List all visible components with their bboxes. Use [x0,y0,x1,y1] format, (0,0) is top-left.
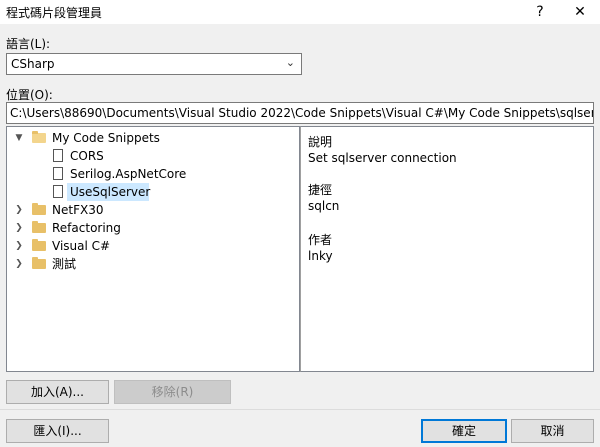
chevron-right-icon[interactable]: ❯ [14,255,24,273]
tree-item-label: Visual C# [52,239,111,253]
folder-open-icon [32,131,46,143]
tree-item-label: UseSqlServer [70,185,151,199]
divider [0,409,600,410]
tree-item-label: Serilog.AspNetCore [70,167,187,181]
tree-item-label: My Code Snippets [52,131,160,145]
folder-icon [32,239,46,251]
ok-button[interactable]: 確定 [421,419,507,443]
location-label: 位置(O): [6,88,53,102]
tree-item-usesqlserver[interactable]: UseSqlServer [7,183,297,201]
language-label: 語言(L): [6,37,51,51]
language-value: CSharp [11,57,55,71]
tree-item-serilog[interactable]: Serilog.AspNetCore [7,165,297,183]
author-value: lnky [308,249,333,263]
folder-icon [32,257,46,269]
import-button[interactable]: 匯入(I)... [6,419,109,443]
language-select[interactable]: CSharp ⌄ [6,53,302,75]
tree-folder-test[interactable]: ❯ 測試 [7,255,297,273]
help-button[interactable]: ? [520,0,560,24]
chevron-right-icon[interactable]: ❯ [14,219,24,237]
snippet-file-icon [53,185,63,198]
location-field[interactable]: C:\Users\88690\Documents\Visual Studio 2… [6,102,594,124]
folder-icon [32,203,46,215]
add-button[interactable]: 加入(A)... [6,380,109,404]
close-button[interactable]: ✕ [560,0,600,24]
description-value: Set sqlserver connection [308,151,457,165]
snippet-tree[interactable]: ▼ My Code Snippets CORS Serilog.AspNetCo… [6,126,300,372]
tree-item-cors[interactable]: CORS [7,147,297,165]
tree-item-label: Refactoring [52,221,121,235]
tree-folder-refactoring[interactable]: ❯ Refactoring [7,219,297,237]
tree-item-label: CORS [70,149,104,163]
snippet-file-icon [53,167,63,180]
chevron-right-icon[interactable]: ❯ [14,201,24,219]
title-bar: 程式碼片段管理員 ? ✕ [0,0,600,24]
folder-icon [32,221,46,233]
cancel-button[interactable]: 取消 [511,419,594,443]
location-value: C:\Users\88690\Documents\Visual Studio 2… [10,106,594,120]
tree-item-label: NetFX30 [52,203,104,217]
tree-folder-my-code-snippets[interactable]: ▼ My Code Snippets [7,129,297,147]
tree-item-label: 測試 [52,257,77,271]
author-label: 作者 [308,233,333,247]
chevron-right-icon[interactable]: ❯ [14,237,24,255]
tree-folder-visual-csharp[interactable]: ❯ Visual C# [7,237,297,255]
shortcut-label: 捷徑 [308,183,333,197]
shortcut-value: sqlcn [308,199,340,213]
description-label: 說明 [308,135,333,149]
snippet-details-panel: 說明 Set sqlserver connection 捷徑 sqlcn 作者 … [300,126,594,372]
snippet-file-icon [53,149,63,162]
window-title: 程式碼片段管理員 [6,6,103,20]
remove-button[interactable]: 移除(R) [114,380,231,404]
chevron-down-icon[interactable]: ▼ [14,129,24,147]
chevron-down-icon: ⌄ [285,56,295,69]
tree-folder-netfx30[interactable]: ❯ NetFX30 [7,201,297,219]
